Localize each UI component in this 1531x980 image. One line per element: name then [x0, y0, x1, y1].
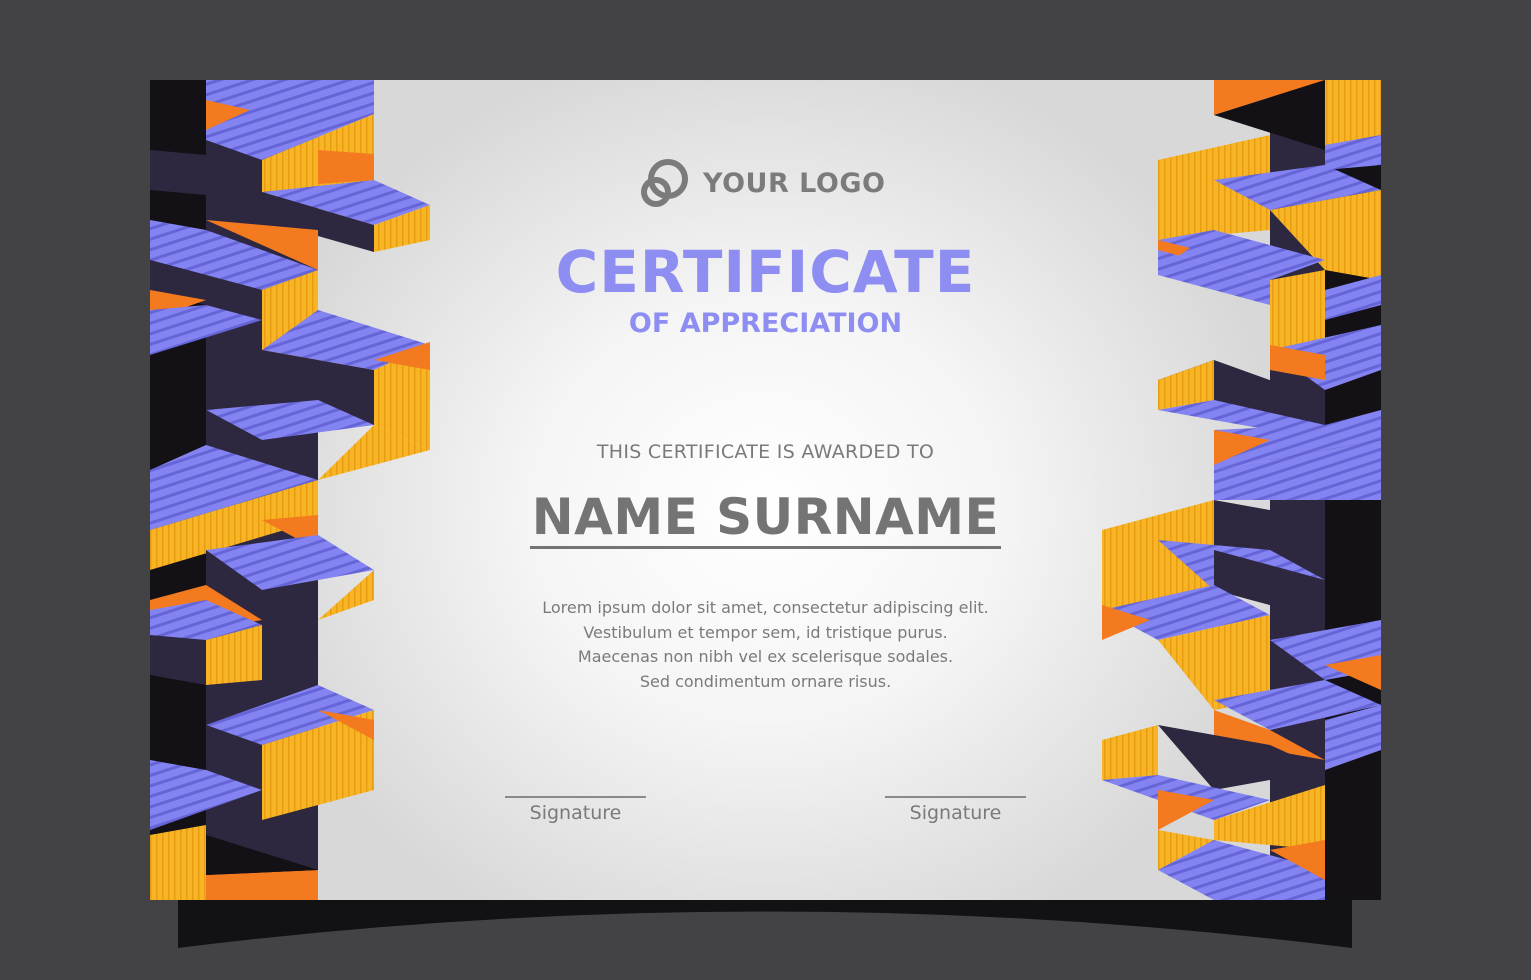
body-line: Sed condimentum ornare risus.	[639, 671, 892, 691]
certificate-body: Lorem ipsum dolor sit amet, consectetur …	[150, 596, 1381, 694]
body-line: Lorem ipsum dolor sit amet, consectetur …	[542, 598, 989, 617]
signature-line	[505, 796, 646, 798]
certificate-card: YOUR LOGO CERTIFICATE OF APPRECIATION TH…	[150, 80, 1381, 900]
signature-block-left: Signature	[505, 796, 646, 824]
body-line: Vestibulum et tempor sem, id tristique p…	[583, 622, 948, 642]
logo: YOUR LOGO	[635, 154, 885, 212]
certificate-title: CERTIFICATE	[555, 238, 976, 306]
certificate-subtitle: OF APPRECIATION	[628, 308, 903, 339]
signature-block-right: Signature	[885, 796, 1026, 824]
logo-text: YOUR LOGO	[703, 167, 886, 199]
linked-rings-logo-icon	[641, 159, 688, 207]
signature-label: Signature	[529, 802, 622, 824]
body-line: Maecenas non nibh vel ex scelerisque sod…	[577, 647, 954, 666]
signature-line	[885, 796, 1026, 798]
awarded-to-label: THIS CERTIFICATE IS AWARDED TO	[596, 441, 935, 463]
recipient-name-text: NAME SURNAME	[529, 488, 1002, 549]
recipient-name: NAME SURNAME	[150, 484, 1381, 562]
signature-label: Signature	[909, 802, 1002, 824]
